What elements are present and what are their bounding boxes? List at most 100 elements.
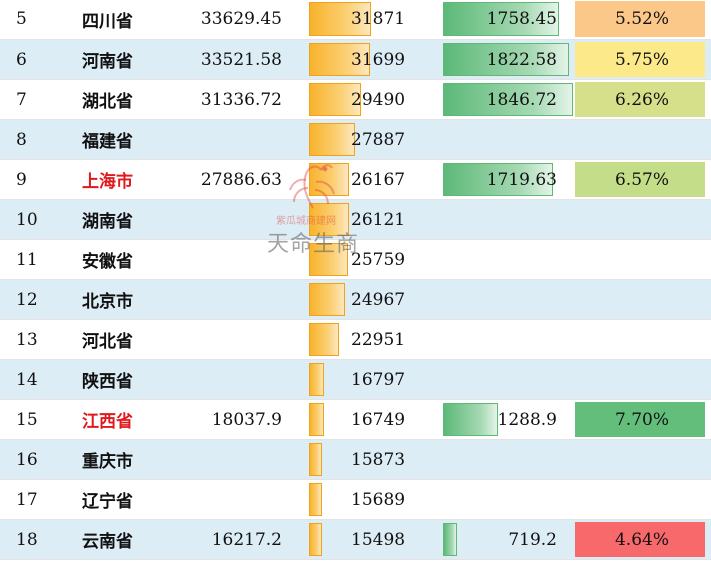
table-row: 14 陕西省 16797 xyxy=(0,360,711,400)
gdp-2022-value: 29490 xyxy=(351,89,406,110)
table-row: 16 重庆市 15873 xyxy=(0,440,711,480)
table-row: 8 福建省 27887 xyxy=(0,120,711,160)
gdp-2022-cell: 25759 xyxy=(309,240,444,279)
increase-cell: 1288.9 xyxy=(443,400,573,439)
gdp-2022-data-bar xyxy=(309,523,322,556)
gdp-2022-cell: 15873 xyxy=(309,440,444,479)
gdp-2023-cell xyxy=(190,320,282,359)
gdp-2022-data-bar xyxy=(309,283,345,316)
province-cell: 福建省 xyxy=(82,132,133,152)
increase-cell xyxy=(443,360,573,399)
gdp-2023-cell xyxy=(190,360,282,399)
table-row: 6 河南省 33521.58 31699 1822.58 5.75% xyxy=(0,40,711,80)
growth-rate-cell: 5.52% xyxy=(575,0,705,39)
table-row: 18 云南省 16217.2 15498 719.2 4.64% xyxy=(0,520,711,560)
increase-value: 1846.72 xyxy=(486,89,557,110)
growth-rate-cell xyxy=(575,440,705,479)
growth-rate-cell: 6.26% xyxy=(575,80,705,119)
growth-rate-value: 5.75% xyxy=(614,49,669,70)
gdp-2022-data-bar xyxy=(309,363,324,396)
rank-cell: 18 xyxy=(16,529,38,550)
province-cell: 安徽省 xyxy=(82,252,133,272)
gdp-2022-value: 24967 xyxy=(351,289,406,310)
gdp-2022-cell: 26121 xyxy=(309,200,444,239)
increase-cell: 1719.63 xyxy=(443,160,573,199)
province-cell: 陕西省 xyxy=(82,372,133,392)
province-cell: 上海市 xyxy=(82,172,133,192)
growth-rate-cell xyxy=(575,240,705,279)
gdp-2023-cell: 18037.9 xyxy=(211,409,282,430)
rank-cell: 12 xyxy=(16,289,38,310)
gdp-2022-value: 31699 xyxy=(351,49,406,70)
table-row: 15 江西省 18037.9 16749 1288.9 7.70% xyxy=(0,400,711,440)
growth-rate-value: 5.52% xyxy=(614,9,669,29)
gdp-2022-cell: 31699 xyxy=(309,40,444,79)
gdp-2022-cell: 16749 xyxy=(309,400,444,439)
increase-value: 1288.9 xyxy=(497,409,557,430)
rank-cell: 15 xyxy=(16,409,38,430)
province-cell: 云南省 xyxy=(82,532,133,552)
gdp-2023-cell xyxy=(190,480,282,519)
increase-value: 1719.63 xyxy=(486,169,557,190)
gdp-2022-data-bar xyxy=(309,403,324,436)
rank-cell: 6 xyxy=(16,49,27,70)
gdp-2022-value: 16749 xyxy=(351,409,406,430)
growth-rate-value: 7.70% xyxy=(614,409,669,430)
rank-cell: 16 xyxy=(16,449,38,470)
province-cell: 河南省 xyxy=(82,52,133,72)
gdp-2022-cell: 22951 xyxy=(309,320,444,359)
gdp-2023-cell: 16217.2 xyxy=(211,529,282,550)
increase-cell xyxy=(443,280,573,319)
increase-cell xyxy=(443,440,573,479)
gdp-2022-cell: 16797 xyxy=(309,360,444,399)
table-row: 9 上海市 27886.63 26167 1719.63 6.57% xyxy=(0,160,711,200)
rank-cell: 11 xyxy=(16,249,38,270)
increase-data-bar xyxy=(443,403,498,436)
gdp-2023-cell: 33521.58 xyxy=(200,49,282,70)
gdp-2022-data-bar xyxy=(309,483,322,516)
gdp-2023-cell xyxy=(190,280,282,319)
table-row: 10 湖南省 26121 xyxy=(0,200,711,240)
gdp-2022-data-bar xyxy=(309,243,348,276)
rank-cell: 5 xyxy=(16,9,27,29)
gdp-2022-data-bar xyxy=(309,323,339,356)
rank-cell: 14 xyxy=(16,369,38,390)
increase-value: 719.2 xyxy=(508,529,557,550)
gdp-2022-data-bar xyxy=(309,443,322,476)
rank-cell: 7 xyxy=(16,89,27,110)
gdp-2022-value: 15498 xyxy=(351,529,406,550)
growth-rate-cell xyxy=(575,320,705,359)
growth-rate-cell: 4.64% xyxy=(575,520,705,559)
increase-cell: 1822.58 xyxy=(443,40,573,79)
gdp-2022-value: 27887 xyxy=(351,129,406,150)
province-cell: 湖北省 xyxy=(82,92,133,112)
gdp-2022-cell: 15689 xyxy=(309,480,444,519)
increase-cell: 719.2 xyxy=(443,520,573,559)
gdp-2022-data-bar xyxy=(309,163,349,196)
gdp-2023-cell: 27886.63 xyxy=(200,169,282,190)
table-row: 17 辽宁省 15689 xyxy=(0,480,711,520)
growth-rate-cell: 6.57% xyxy=(575,160,705,199)
province-cell: 江西省 xyxy=(82,412,133,432)
growth-rate-cell xyxy=(575,120,705,159)
growth-rate-cell xyxy=(575,280,705,319)
growth-rate-cell xyxy=(575,360,705,399)
increase-cell xyxy=(443,120,573,159)
province-cell: 四川省 xyxy=(82,11,133,32)
gdp-2022-cell: 29490 xyxy=(309,80,444,119)
increase-cell xyxy=(443,200,573,239)
table-row: 5 四川省 33629.45 31871 1758.45 5.52% xyxy=(0,0,711,40)
increase-cell xyxy=(443,320,573,359)
growth-rate-cell: 7.70% xyxy=(575,400,705,439)
increase-cell xyxy=(443,240,573,279)
increase-value: 1758.45 xyxy=(486,9,557,29)
gdp-data-table: 5 四川省 33629.45 31871 1758.45 5.52% 6 河南省 33521.5… xyxy=(0,0,711,560)
growth-rate-cell xyxy=(575,200,705,239)
province-cell: 河北省 xyxy=(82,332,133,352)
table-row: 13 河北省 22951 xyxy=(0,320,711,360)
increase-cell: 1758.45 xyxy=(443,0,573,39)
increase-cell: 1846.72 xyxy=(443,80,573,119)
gdp-2022-value: 26121 xyxy=(351,209,406,230)
growth-rate-cell xyxy=(575,480,705,519)
gdp-2023-cell xyxy=(190,120,282,159)
